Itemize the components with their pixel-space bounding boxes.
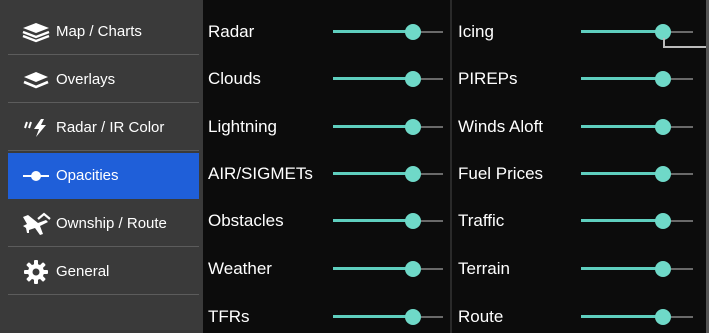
opacity-row-tfrs: TFRs [203,293,450,333]
opacity-slider[interactable] [581,164,693,184]
opacity-slider[interactable] [581,117,693,137]
opacity-label: Traffic [458,210,505,230]
opacity-label: Icing [458,21,494,41]
sidebar-item-label: Radar / IR Color [56,119,165,136]
opacity-slider[interactable] [581,69,693,89]
opacity-row-weather: Weather [203,245,450,292]
slider-knob[interactable] [405,166,422,182]
slider-fill [581,219,663,222]
opacity-label: AIR/SIGMETs [208,163,313,183]
opacity-row-lightning: Lightning [203,103,450,150]
airplane-route-icon [18,210,54,238]
opacity-row-fuel-prices: Fuel Prices [453,150,703,197]
sidebar-item-radar-ir-color[interactable]: Radar / IR Color [8,105,199,151]
column-divider [450,0,452,333]
slider-fill [333,267,414,270]
opacity-row-air-sigmets: AIR/SIGMETs [203,150,450,197]
opacity-label: Route [458,306,504,326]
slider-fill [333,30,414,33]
callout-line [663,46,709,48]
slider-knob[interactable] [405,24,422,40]
opacity-slider[interactable] [581,307,693,327]
slider-icon [18,162,54,190]
slider-fill [581,172,663,175]
opacity-label: Clouds [208,68,261,88]
opacity-slider[interactable] [333,307,443,327]
lightning-icon [18,114,54,142]
opacity-label: PIREPs [458,68,518,88]
opacity-slider[interactable] [333,69,443,89]
slider-fill [333,125,414,128]
sidebar-item-map-charts[interactable]: Map / Charts [8,9,199,55]
slider-knob[interactable] [654,71,671,87]
slider-knob[interactable] [654,309,671,325]
opacity-row-terrain: Terrain [453,245,703,292]
sidebar-item-label: Opacities [56,167,119,184]
slider-fill [581,315,663,318]
sidebar-item-opacities[interactable]: Opacities [8,153,199,199]
opacity-row-obstacles: Obstacles [203,197,450,244]
sidebar-item-label: Overlays [56,71,116,88]
sidebar-item-ownship-route[interactable]: Ownship / Route [8,201,199,247]
opacity-label: Terrain [458,258,510,278]
opacity-row-traffic: Traffic [453,197,703,244]
slider-fill [333,219,414,222]
opacity-row-clouds: Clouds [203,55,450,102]
opacity-row-route: Route [453,293,703,333]
opacity-label: TFRs [208,306,250,326]
opacity-slider[interactable] [581,259,693,279]
opacity-slider[interactable] [333,211,443,231]
sidebar-item-label: Map / Charts [56,23,142,40]
sidebar-item-general[interactable]: General [8,249,199,295]
slider-fill [333,315,414,318]
opacity-slider[interactable] [333,259,443,279]
opacity-slider[interactable] [333,117,443,137]
slider-knob[interactable] [405,309,422,325]
slider-fill [333,77,414,80]
opacity-slider[interactable] [581,211,693,231]
opacity-slider[interactable] [581,22,693,42]
slider-knob[interactable] [654,213,671,229]
slider-knob[interactable] [405,213,422,229]
slider-knob[interactable] [654,261,671,277]
opacity-slider[interactable] [333,164,443,184]
slider-fill [581,125,663,128]
opacity-label: Weather [208,258,272,278]
map-layers-icon [18,18,54,46]
sidebar-item-label: Ownship / Route [56,215,167,232]
opacity-label: Fuel Prices [458,163,544,183]
opacity-row-radar: Radar [203,8,450,55]
slider-fill [581,30,663,33]
slider-knob[interactable] [405,119,422,135]
opacity-row-pireps: PIREPs [453,55,703,102]
gear-icon [18,258,54,286]
slider-knob[interactable] [654,166,671,182]
opacity-label: Winds Aloft [458,116,544,136]
opacities-panel: Radar Clouds Lightning AIR/SIGMETs Obsta… [203,0,706,333]
slider-fill [581,77,663,80]
slider-fill [333,172,414,175]
opacity-label: Lightning [208,116,278,136]
slider-knob[interactable] [405,261,422,277]
opacity-slider[interactable] [333,22,443,42]
opacity-row-winds-aloft: Winds Aloft [453,103,703,150]
slider-knob[interactable] [654,119,671,135]
slider-fill [581,267,663,270]
sidebar-item-overlays[interactable]: Overlays [8,57,199,103]
layers-icon [18,66,54,94]
opacity-label: Obstacles [208,210,284,230]
settings-sidebar: Map / Charts Overlays Radar / IR Color O… [0,0,203,333]
sidebar-item-label: General [56,263,110,280]
slider-knob[interactable] [405,71,422,87]
opacity-label: Radar [208,21,255,41]
